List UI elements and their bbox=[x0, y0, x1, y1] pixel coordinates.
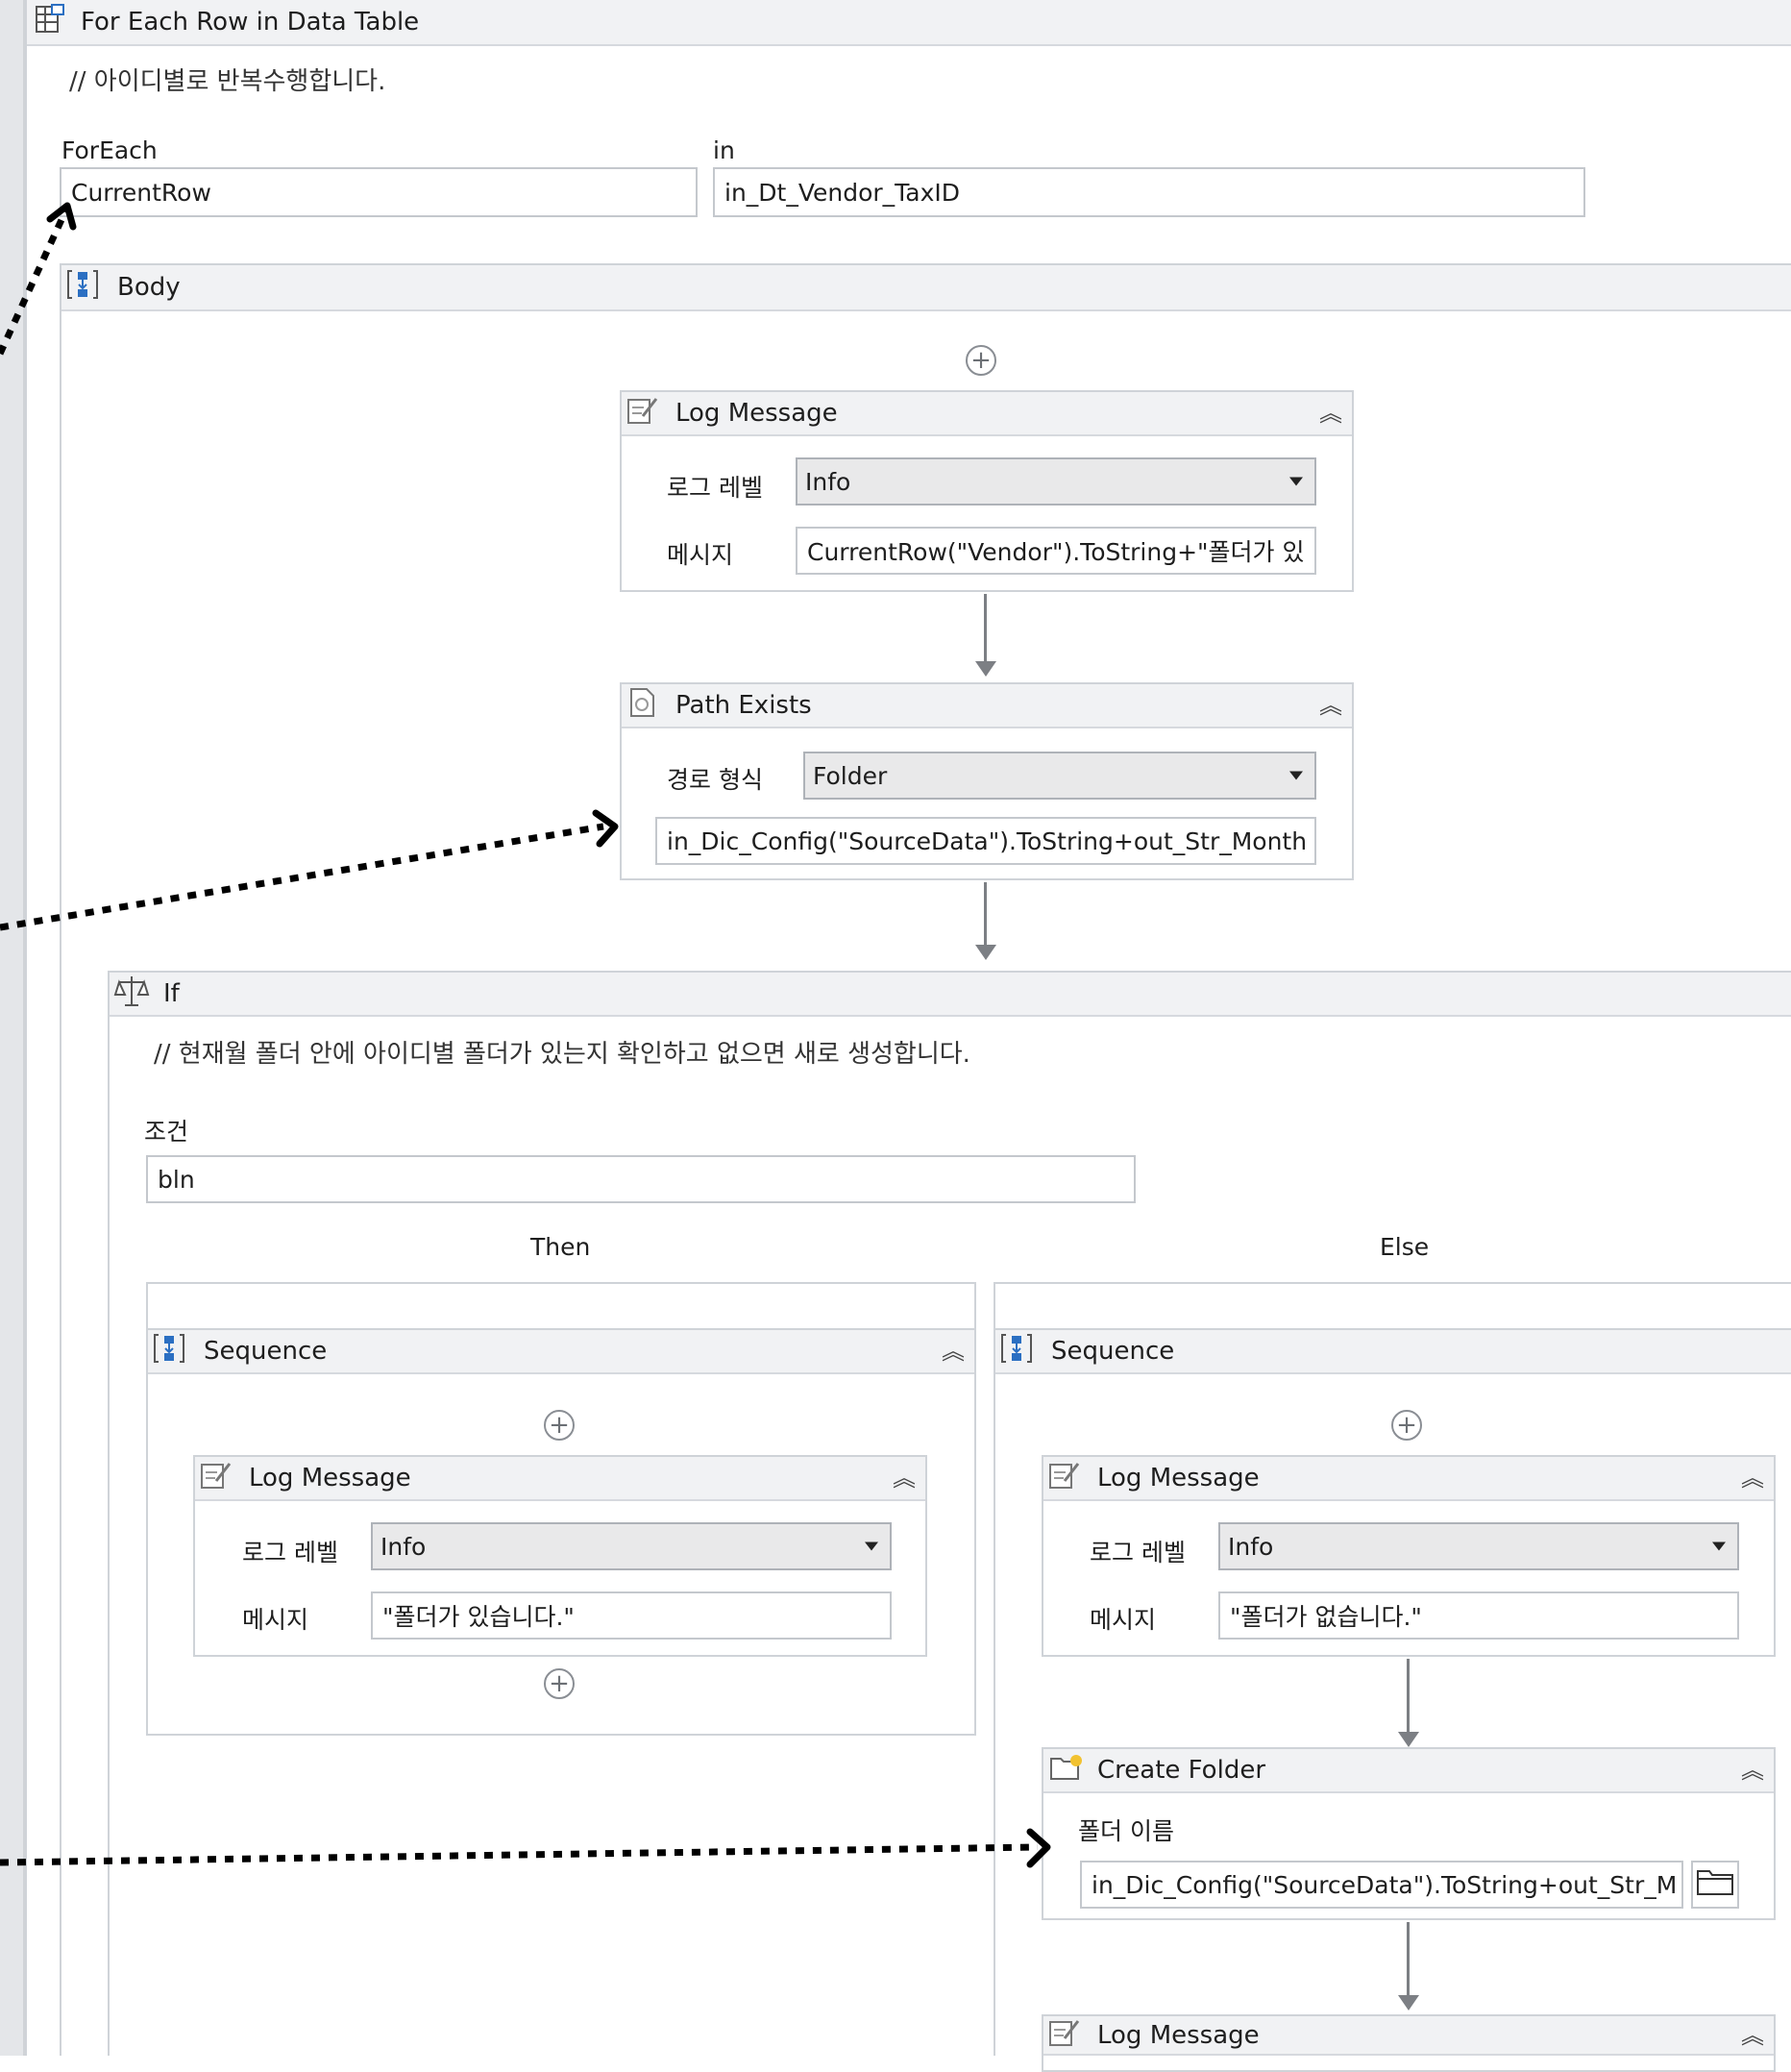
annotation-arrows bbox=[0, 202, 1051, 1868]
annotation-arrow-path-exists bbox=[0, 823, 604, 931]
annotation-arrowhead-create-folder bbox=[1026, 1828, 1051, 1868]
annotation-arrow-create-folder bbox=[0, 1843, 1039, 1866]
annotation-arrow-foreach bbox=[0, 210, 69, 356]
